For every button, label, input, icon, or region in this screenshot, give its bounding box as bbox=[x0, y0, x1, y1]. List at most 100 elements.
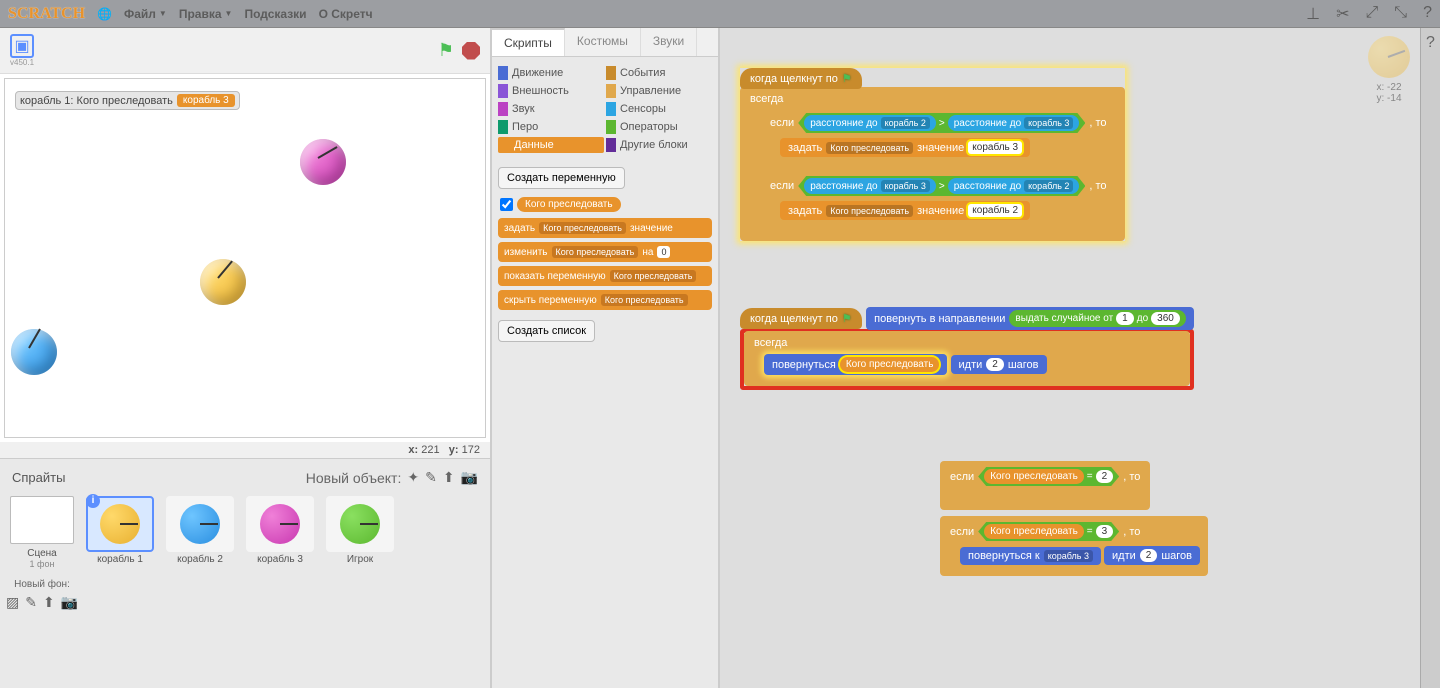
gt-operator-1[interactable]: расстояние докорабль 2 > расстояние доко… bbox=[798, 113, 1085, 133]
cat-control[interactable]: Управление bbox=[606, 83, 712, 99]
point-towards-block[interactable]: повернуться Кого преследовать bbox=[764, 354, 947, 375]
version-label: v450.1 bbox=[10, 58, 34, 67]
fullscreen-button[interactable]: ▣ bbox=[10, 34, 34, 58]
variable-checkbox[interactable] bbox=[500, 198, 513, 211]
if-block-1[interactable]: если расстояние докорабль 2 > расстояние… bbox=[760, 107, 1117, 168]
sprites-title: Спрайты bbox=[12, 470, 65, 485]
tab-sounds[interactable]: Звуки bbox=[641, 28, 697, 56]
set-value-input-ship2[interactable]: корабль 2 bbox=[968, 204, 1022, 217]
new-bg-upload-icon[interactable]: ⬆ bbox=[43, 594, 55, 611]
new-sprite-library-icon[interactable]: ✦ bbox=[407, 469, 419, 486]
sprite-thumb-ship2[interactable]: корабль 2 bbox=[162, 496, 238, 611]
if-block-4[interactable]: если Кого преследовать = 3 , то повернут… bbox=[940, 516, 1208, 576]
sprite-thumb-player[interactable]: Игрок bbox=[322, 496, 398, 611]
create-list-button[interactable]: Создать список bbox=[498, 320, 595, 342]
stage-header: ▣ v450.1 ⚑ bbox=[0, 28, 490, 74]
green-flag-button[interactable]: ⚑ bbox=[438, 40, 454, 61]
block-categories: Движение События Внешность Управление Зв… bbox=[492, 57, 718, 161]
sprite-thumb-ship1[interactable]: i корабль 1 bbox=[82, 496, 158, 611]
sprite-thumb-ship3[interactable]: корабль 3 bbox=[242, 496, 318, 611]
toolbar-icons: ⊥ ✂ ⤢ ⤡ ? bbox=[1306, 4, 1432, 24]
stage[interactable]: корабль 1: Кого преследовать корабль 3 bbox=[4, 78, 486, 438]
stage-sprite-ship1[interactable] bbox=[200, 259, 246, 305]
cat-operators[interactable]: Операторы bbox=[606, 119, 712, 135]
set-value-input-ship3[interactable]: корабль 3 bbox=[968, 141, 1022, 154]
palette-set-variable[interactable]: задатьКого преследоватьзначение bbox=[498, 218, 712, 238]
forever-block-2[interactable]: всегда повернуться Кого преследовать идт… bbox=[744, 331, 1190, 386]
sprites-panel: Спрайты Новый объект: ✦ ✎ ⬆ 📷 Сцена 1 фо… bbox=[0, 458, 490, 688]
cat-pen[interactable]: Перо bbox=[498, 119, 604, 135]
distance-to-ship3[interactable]: расстояние докорабль 3 bbox=[948, 115, 1080, 131]
help-panel-toggle[interactable]: ? bbox=[1420, 28, 1440, 688]
new-object-controls: Новый объект: ✦ ✎ ⬆ 📷 bbox=[306, 469, 478, 486]
left-panel: ▣ v450.1 ⚑ корабль 1: Кого преследовать … bbox=[0, 28, 492, 688]
random-reporter[interactable]: выдать случайное от1до360 bbox=[1009, 310, 1185, 327]
stage-coords: x: 221 y: 172 bbox=[0, 442, 490, 458]
forever-block[interactable]: всегда если расстояние докорабль 2 > рас… bbox=[740, 87, 1125, 241]
stage-sprite-ship3[interactable] bbox=[300, 139, 346, 185]
globe-icon[interactable]: 🌐 bbox=[97, 7, 112, 21]
if-block-3[interactable]: если Кого преследовать = 2 , то bbox=[940, 461, 1150, 510]
blocks-palette: Скрипты Костюмы Звуки Движение События В… bbox=[492, 28, 720, 688]
variable-monitor-name: корабль 1: Кого преследовать bbox=[20, 95, 173, 107]
point-towards-ship3[interactable]: повернуться ккорабль 3 bbox=[960, 547, 1101, 565]
script-stack-3[interactable]: если Кого преследовать = 2 , то bbox=[940, 463, 1150, 510]
move-steps-block[interactable]: идти2шагов bbox=[951, 355, 1047, 374]
new-bg-paint-icon[interactable]: ✎ bbox=[25, 594, 37, 611]
script-stack-4[interactable]: если Кого преследовать = 3 , то повернут… bbox=[940, 518, 1208, 576]
menu-edit[interactable]: Правка▼ bbox=[179, 7, 233, 21]
new-sprite-camera-icon[interactable]: 📷 bbox=[461, 469, 478, 486]
tab-scripts[interactable]: Скрипты bbox=[492, 28, 565, 56]
set-var-ship2[interactable]: задатьКого преследоватьзначение корабль … bbox=[780, 201, 1030, 220]
new-bg-camera-icon[interactable]: 📷 bbox=[61, 594, 78, 611]
cat-sensing[interactable]: Сенсоры bbox=[606, 101, 712, 117]
cat-more[interactable]: Другие блоки bbox=[606, 137, 712, 153]
when-flag-clicked-block[interactable]: когда щелкнут по⚑ bbox=[740, 68, 862, 89]
script-stack-2[interactable]: когда щелкнут по⚑ повернуть в направлени… bbox=[740, 308, 1194, 390]
tab-costumes[interactable]: Костюмы bbox=[565, 28, 641, 56]
cut-icon[interactable]: ✂ bbox=[1336, 4, 1349, 24]
distance-to-ship2[interactable]: расстояние докорабль 2 bbox=[804, 115, 936, 131]
menu-tips[interactable]: Подсказки bbox=[244, 7, 306, 21]
cat-data[interactable]: Данные bbox=[498, 137, 604, 153]
eq-operator-1[interactable]: Кого преследовать = 2 bbox=[978, 467, 1119, 486]
new-object-label: Новый объект: bbox=[306, 470, 402, 486]
new-sprite-upload-icon[interactable]: ⬆ bbox=[443, 469, 455, 486]
point-direction-block[interactable]: повернуть в направлении выдать случайное… bbox=[866, 307, 1194, 330]
sprite-preview: x: -22 y: -14 bbox=[1368, 36, 1410, 104]
cat-motion[interactable]: Движение bbox=[498, 65, 604, 81]
sprite-info-icon[interactable]: i bbox=[86, 494, 100, 508]
set-var-ship3[interactable]: задатьКого преследоватьзначение корабль … bbox=[780, 138, 1030, 157]
variable-reporter-inline[interactable]: Кого преследовать bbox=[840, 357, 940, 372]
grow-icon[interactable]: ⤢ bbox=[1365, 4, 1378, 24]
palette-hide-variable[interactable]: скрыть переменнуюКого преследовать bbox=[498, 290, 712, 310]
editor-tabs: Скрипты Костюмы Звуки bbox=[492, 28, 718, 57]
help-icon[interactable]: ? bbox=[1423, 4, 1432, 24]
gt-operator-2[interactable]: расстояние докорабль 3 > расстояние доко… bbox=[798, 176, 1085, 196]
variable-reporter[interactable]: Кого преследовать bbox=[517, 197, 621, 212]
menu-about[interactable]: О Скретч bbox=[319, 7, 373, 21]
script-stack-1[interactable]: когда щелкнут по⚑ всегда если расстояние… bbox=[740, 68, 1125, 241]
menu-file[interactable]: Файл▼ bbox=[124, 7, 167, 21]
stamp-icon[interactable]: ⊥ bbox=[1306, 4, 1320, 24]
new-bg-library-icon[interactable]: ▨ bbox=[6, 594, 19, 611]
if-block-2[interactable]: если расстояние докорабль 3 > расстояние… bbox=[760, 170, 1117, 231]
cat-looks[interactable]: Внешность bbox=[498, 83, 604, 99]
palette-show-variable[interactable]: показать переменнуюКого преследовать bbox=[498, 266, 712, 286]
variable-monitor[interactable]: корабль 1: Кого преследовать корабль 3 bbox=[15, 91, 240, 110]
scene-thumbnail[interactable]: Сцена 1 фон Новый фон: ▨ ✎ ⬆ 📷 bbox=[6, 496, 78, 611]
create-variable-button[interactable]: Создать переменную bbox=[498, 167, 625, 189]
shrink-icon[interactable]: ⤡ bbox=[1394, 4, 1407, 24]
cat-sound[interactable]: Звук bbox=[498, 101, 604, 117]
new-sprite-paint-icon[interactable]: ✎ bbox=[425, 469, 437, 486]
palette-change-variable[interactable]: изменитьКого преследоватьна0 bbox=[498, 242, 712, 262]
stage-sprite-ship2[interactable] bbox=[11, 329, 57, 375]
script-area[interactable]: x: -22 y: -14 когда щелкнут по⚑ всегда е… bbox=[720, 28, 1440, 688]
variable-checkbox-row[interactable]: Кого преследовать bbox=[492, 195, 718, 214]
eq-operator-2[interactable]: Кого преследовать = 3 bbox=[978, 522, 1119, 541]
new-bg-label: Новый фон: bbox=[6, 579, 78, 590]
when-flag-clicked-block-2[interactable]: когда щелкнут по⚑ bbox=[740, 308, 862, 329]
move-steps-block-2[interactable]: идти2шагов bbox=[1104, 546, 1200, 565]
cat-events[interactable]: События bbox=[606, 65, 712, 81]
stop-button[interactable] bbox=[462, 42, 480, 60]
